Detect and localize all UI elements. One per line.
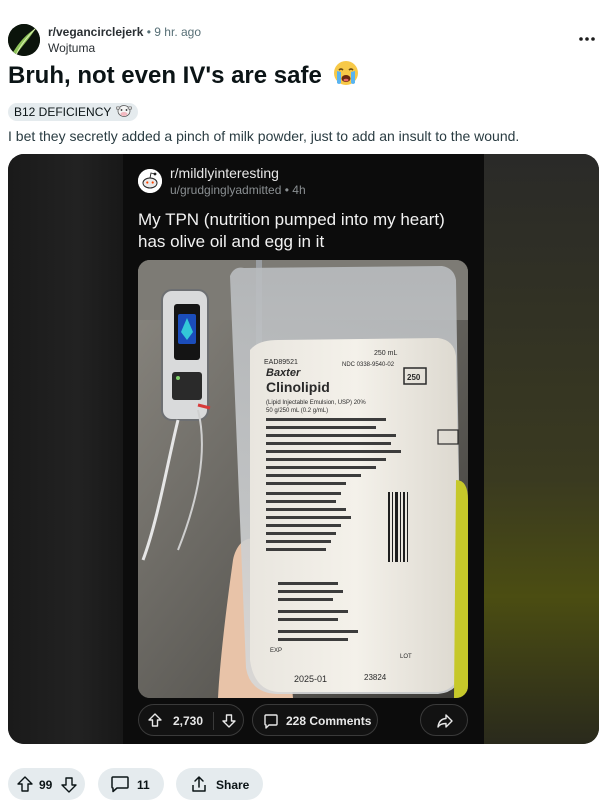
bag-ndc-text: NDC 0338-9540-02 [342,362,395,368]
post-flair-text: B12 DEFICIENCY [14,105,112,119]
subreddit-name[interactable]: r/vegancirclejerk [48,25,143,39]
downvote-arrow-icon[interactable] [60,776,78,794]
post-title-text: Bruh, not even IV's are safe [8,62,322,89]
post-age: 9 hr. ago [154,25,202,39]
bag-size-box-text: 250 [407,373,421,382]
embedded-title: My TPN (nutrition pumped into my heart) … [138,210,445,251]
vote-divider [213,712,214,730]
embedded-actions: 2,730 228 Comments [138,704,468,736]
post-media[interactable]: r/mildlyinteresting u/grudginglyadmitted… [8,154,599,744]
post-header: r/vegancirclejerk • 9 hr. ago Wojtuma [8,23,599,57]
more-options-button[interactable] [575,27,599,51]
downvote-arrow-icon[interactable] [221,713,237,729]
bag-lot-code-text: EAD89521 [264,359,298,366]
loudly-crying-face-icon [333,60,359,93]
more-horizontal-icon [579,37,595,41]
share-button[interactable]: Share [176,768,263,800]
bag-lot-number-text: 23824 [364,673,387,682]
embedded-comments-pill[interactable]: 228 Comments [252,704,378,736]
bag-concentration-text: 50 g/250 mL (0.2 g/mL) [266,408,328,414]
cow-face-icon [115,105,132,117]
share-upload-icon [192,776,206,792]
embedded-share-button[interactable] [420,704,468,736]
post-body: I bet they secretly added a pinch of mil… [8,128,520,144]
comments-button[interactable]: 11 [98,768,164,800]
comment-count: 11 [137,778,150,792]
embedded-post-card: r/mildlyinteresting u/grudginglyadmitted… [123,154,484,744]
embedded-user-line: u/grudginglyadmitted • 4h [170,183,306,197]
share-forward-icon [437,714,453,728]
subreddit-avatar[interactable] [8,24,40,56]
bag-lot-label-text: LOT [400,654,412,660]
iv-bag-photo: EAD89521 250 mL NDC 0338-9540-02 Baxter … [138,260,468,698]
media-blur-right [484,154,599,744]
bag-product-text: Clinolipid [266,379,330,395]
post-title[interactable]: Bruh, not even IV's are safe [8,60,359,93]
embedded-vote-pill[interactable]: 2,730 [138,704,244,736]
embedded-subreddit: r/mildlyinteresting [170,165,279,181]
share-label: Share [216,778,250,792]
bag-volume-text: 250 mL [374,350,397,357]
reddit-snoo-icon [138,169,162,193]
upvote-arrow-icon[interactable] [147,712,163,728]
comment-bubble-icon [111,776,129,793]
post-flair[interactable]: B12 DEFICIENCY [8,103,138,121]
vote-count: 99 [39,778,53,792]
upvote-arrow-icon[interactable] [16,775,34,793]
post-actions: 99 11 Share [8,768,599,800]
vote-pill[interactable]: 99 [8,768,85,800]
media-blur-left [8,154,123,744]
comment-bubble-icon [264,714,278,729]
bag-brand-text: Baxter [266,367,301,379]
embedded-comment-count: 228 Comments [286,714,372,728]
bag-expiry-text: 2025-01 [294,674,327,684]
subreddit-line: r/vegancirclejerk • 9 hr. ago [48,25,201,39]
embedded-upvote-count: 2,730 [173,714,204,728]
post-author[interactable]: Wojtuma [48,41,95,55]
bag-exp-label-text: EXP [270,648,282,654]
bag-description-text: (Lipid Injectable Emulsion, USP) 20% [266,400,366,406]
separator-dot: • [146,25,151,39]
